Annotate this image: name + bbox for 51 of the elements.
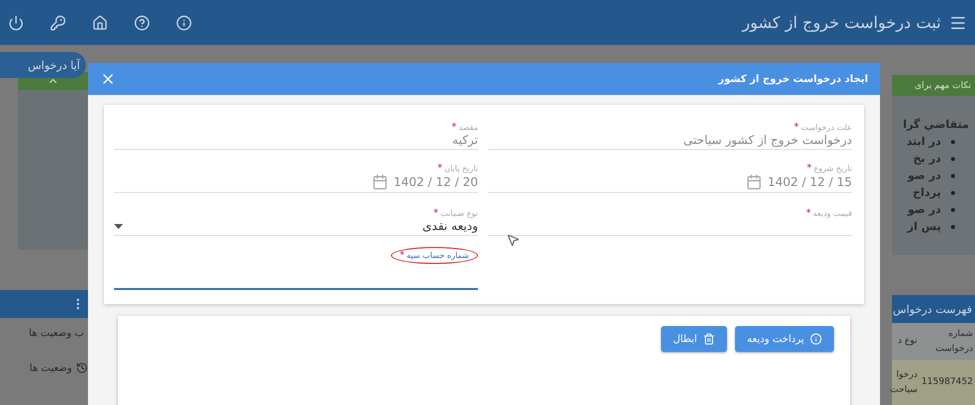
bullet-icon (951, 174, 955, 178)
request-pill[interactable]: آیا درخواس (0, 52, 86, 78)
list-bar: فهرست درخواس (892, 295, 975, 323)
notes-title: متقاضي گرا (902, 118, 969, 132)
info-icon[interactable] (176, 14, 192, 30)
bullet-icon (951, 140, 955, 144)
note-text: در صو (908, 203, 941, 216)
note-text: در ابتد (906, 135, 941, 148)
field-value: ترکیه (451, 133, 478, 147)
date-value: 1402 / 12 / 15 (768, 175, 852, 189)
table-cell-text: درخوا سیاحت (890, 369, 918, 396)
note-text: در بخ (913, 152, 941, 166)
help-icon[interactable] (134, 14, 150, 30)
column-header: ب وضعیت ها (28, 328, 84, 338)
page-title: ثبت درخواست خروج از کشور (742, 13, 941, 32)
action-button[interactable]: ابطال (660, 326, 728, 352)
field-label: مقصد * (452, 122, 478, 133)
note-text: پس از (907, 220, 941, 234)
table-cell-text: 115987452 (920, 376, 974, 390)
bullet-icon (951, 190, 955, 195)
key-icon[interactable] (50, 14, 66, 30)
bullet-icon (951, 224, 955, 229)
field-label: تاریخ شروع * (806, 163, 852, 174)
note-text: در صو (908, 169, 941, 182)
info-icon (810, 333, 822, 345)
input-field[interactable]: شماره حساب سپه * (114, 240, 478, 290)
power-icon[interactable] (8, 14, 24, 30)
input-field[interactable]: نوع ضمانت * ودیعه نقدی (114, 197, 478, 236)
home-icon[interactable] (92, 14, 108, 30)
bullet-icon (951, 208, 955, 212)
date-value: 1402 / 12 / 20 (394, 175, 478, 189)
field-value: درخواست خروج از کشور سیاحتی (682, 133, 852, 147)
input-field[interactable]: قیمت ودیعه * (488, 197, 852, 236)
field-label: نوع ضمانت * (433, 208, 478, 219)
history-icon (76, 362, 88, 374)
action-button[interactable]: پرداخت ودیعه (735, 326, 834, 352)
status-link[interactable]: وضعیت ها (12, 362, 88, 374)
dropdown-caret-icon[interactable] (114, 224, 123, 228)
field-label: شماره حساب سپه * (390, 247, 478, 264)
field-label: علت درخواست * (794, 122, 852, 133)
cursor-icon (506, 233, 520, 247)
field-label: قیمت ودیعه * (806, 208, 852, 219)
notes-bar: نکات مهم برای (892, 75, 975, 96)
column-header: شماره درخواست (934, 328, 974, 356)
select-value: ودیعه نقدی (422, 219, 478, 233)
column-header: نوع د (896, 335, 918, 348)
trash-icon (703, 333, 716, 345)
field-label: تاریخ پایان * (437, 163, 478, 174)
note-text: پرداخ (912, 186, 941, 200)
dialog-title: ایجاد درخواست خروج از کشور (718, 74, 868, 84)
bullet-icon (951, 156, 955, 161)
